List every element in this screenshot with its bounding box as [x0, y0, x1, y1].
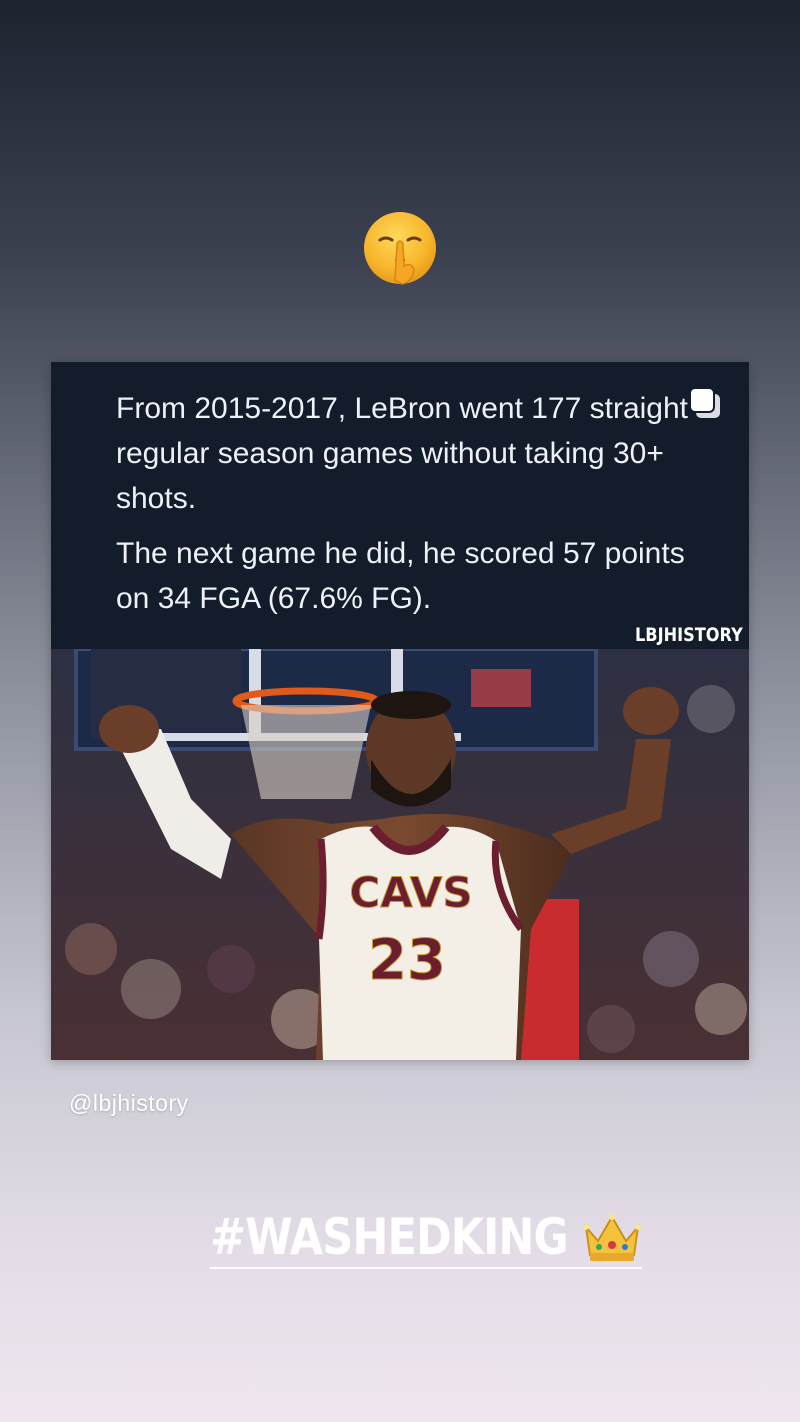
brand-watermark: LBJHISTORY: [635, 624, 743, 646]
hashtag-text: #WASHEDKING: [210, 1208, 569, 1266]
post-text: From 2015-2017, LeBron went 177 straight…: [116, 386, 696, 631]
shushing-face-emoji[interactable]: [362, 210, 438, 286]
crown-icon: [583, 1214, 642, 1261]
mention-sticker[interactable]: @lbjhistory: [69, 1090, 189, 1117]
hashtag-sticker[interactable]: #WASHEDKING: [210, 1207, 643, 1269]
player-photo: CAVS 23: [51, 649, 749, 1060]
post-paragraph-1: From 2015-2017, LeBron went 177 straight…: [116, 392, 689, 515]
post-paragraph-2: The next game he did, he scored 57 point…: [116, 537, 685, 615]
jersey-text: CAVS: [349, 868, 472, 917]
carousel-icon: [689, 387, 720, 418]
jersey-number: 23: [368, 928, 446, 993]
post-card[interactable]: From 2015-2017, LeBron went 177 straight…: [51, 362, 749, 1060]
